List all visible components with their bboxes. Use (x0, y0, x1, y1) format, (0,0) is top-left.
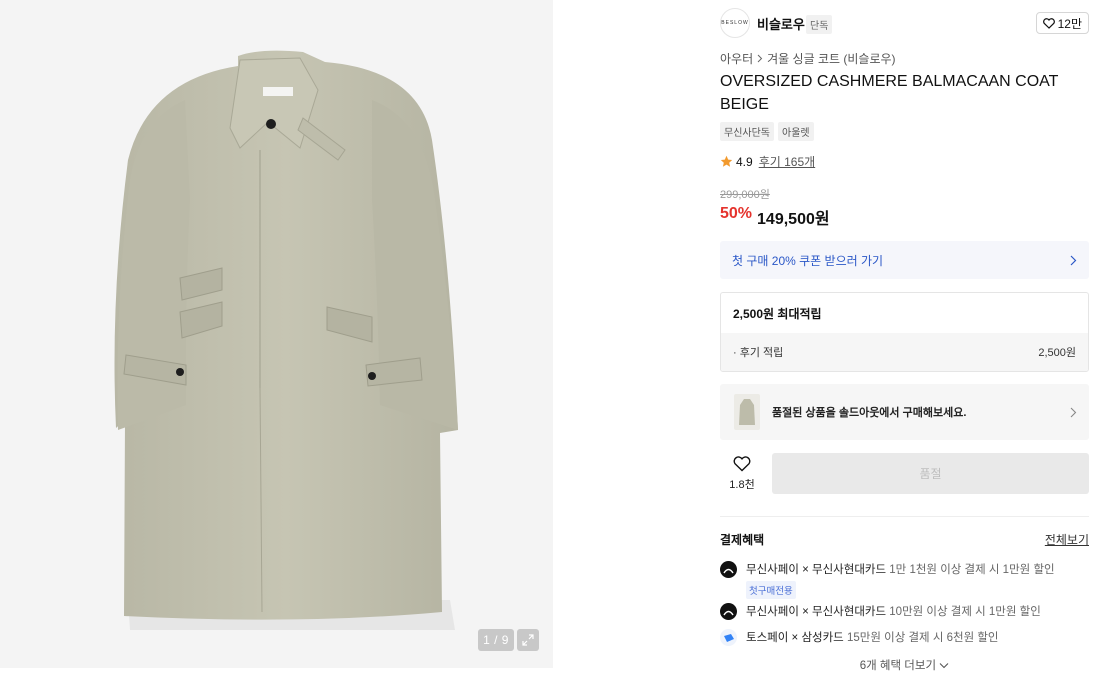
product-image-gallery[interactable]: 1 / 9 (0, 0, 553, 668)
chevron-right-icon (1070, 407, 1077, 417)
benefit-card: 삼성카드 (801, 632, 844, 644)
heart-icon (733, 456, 751, 472)
payment-benefits-title: 결제혜택 (720, 533, 765, 547)
heart-icon (1042, 17, 1055, 29)
brand-row: BESLOW 비슬로우 단독 12만 (720, 8, 1089, 38)
chevron-down-icon (939, 663, 949, 669)
points-box: 2,500원 최대적립 · 후기 적립 2,500원 (720, 292, 1089, 372)
breadcrumb: 아우터 겨울 싱글 코트 (비슬로우) (720, 50, 896, 67)
tag: 아울렛 (778, 122, 814, 141)
buy-button[interactable]: 품절 (772, 453, 1089, 494)
brand-name[interactable]: 비슬로우 (757, 14, 805, 33)
benefit-card: 무신사현대카드 (812, 564, 887, 576)
brand-logo[interactable]: BESLOW (720, 8, 750, 38)
chevron-right-icon (1070, 255, 1077, 265)
image-counter: 1 / 9 (478, 629, 514, 651)
musinsa-pay-icon (720, 603, 737, 620)
rating-value: 4.9 (736, 154, 753, 169)
points-review-row: · 후기 적립 2,500원 (721, 333, 1088, 371)
points-review-label: · 후기 적립 (733, 347, 784, 359)
price-row: 50% 149,500원 (720, 205, 830, 229)
product-info-panel: BESLOW 비슬로우 단독 12만 아우터 겨울 싱글 코트 (비슬로우) O… (705, 0, 1111, 680)
wishlist-button[interactable]: 1.8천 (720, 454, 764, 494)
more-benefits-label: 6개 혜택 더보기 (859, 660, 937, 672)
first-purchase-coupon-banner[interactable]: 첫 구매 20% 쿠폰 받으러 가기 (720, 241, 1089, 279)
chevron-right-icon (757, 54, 763, 63)
view-all-link[interactable]: 전체보기 (1045, 531, 1089, 548)
benefit-item: 토스페이 × 삼성카드 15만원 이상 결제 시 6천원 할인 (720, 629, 1089, 646)
exclusive-badge: 단독 (806, 15, 833, 34)
sale-price: 149,500원 (757, 211, 830, 228)
benefit-pay: 무신사페이 (746, 564, 799, 576)
brand-like-button[interactable]: 12만 (1035, 12, 1089, 34)
soldout-thumbnail (734, 394, 760, 430)
rating-row: 4.9 후기 165개 (720, 153, 815, 170)
benefit-pay: 토스페이 (746, 632, 789, 644)
star-icon (720, 155, 733, 167)
benefit-card: 무신사현대카드 (812, 606, 887, 618)
points-review-value: 2,500원 (1038, 347, 1076, 359)
tag: 무신사단독 (720, 122, 774, 141)
wishlist-count: 1.8천 (729, 479, 755, 491)
breadcrumb-parent[interactable]: 아우터 (720, 50, 753, 67)
benefit-condition: 1만 1천원 이상 결제 시 1만원 할인 (889, 564, 1055, 576)
product-tags: 무신사단독 아울렛 (720, 122, 814, 141)
more-benefits-button[interactable]: 6개 혜택 더보기 (720, 657, 1089, 673)
brand-like-count: 12만 (1057, 16, 1082, 31)
musinsa-pay-icon (720, 561, 737, 578)
benefit-sub-badge: 첫구매전용 (746, 581, 796, 599)
expand-icon[interactable] (517, 629, 539, 651)
toss-pay-icon (720, 629, 737, 646)
soldout-message: 품절된 상품을 솔드아웃에서 구매해보세요. (772, 407, 967, 419)
divider (720, 516, 1089, 517)
breadcrumb-current[interactable]: 겨울 싱글 코트 (비슬로우) (767, 50, 895, 67)
benefit-pay: 무신사페이 (746, 606, 799, 618)
benefit-condition: 15만원 이상 결제 시 6천원 할인 (846, 632, 999, 644)
coupon-label: 첫 구매 20% 쿠폰 받으러 가기 (732, 253, 884, 268)
review-link[interactable]: 후기 165개 (759, 153, 815, 170)
points-max: 2,500원 최대적립 (733, 306, 822, 321)
benefit-item: 무신사페이 × 무신사현대카드 10만원 이상 결제 시 1만원 할인 (720, 603, 1089, 620)
soldout-banner[interactable]: 품절된 상품을 솔드아웃에서 구매해보세요. (720, 384, 1089, 440)
discount-rate: 50% (720, 205, 753, 222)
original-price: 299,000원 (720, 189, 770, 201)
product-title: OVERSIZED CASHMERE BALMACAAN COAT BEIGE (720, 73, 1059, 113)
product-image-coat (114, 50, 458, 630)
benefit-item: 무신사페이 × 무신사현대카드 1만 1천원 이상 결제 시 1만원 할인 첫구… (720, 561, 1089, 599)
benefit-condition: 10만원 이상 결제 시 1만원 할인 (889, 606, 1041, 618)
payment-benefits-header: 결제혜택 전체보기 (720, 531, 1089, 548)
